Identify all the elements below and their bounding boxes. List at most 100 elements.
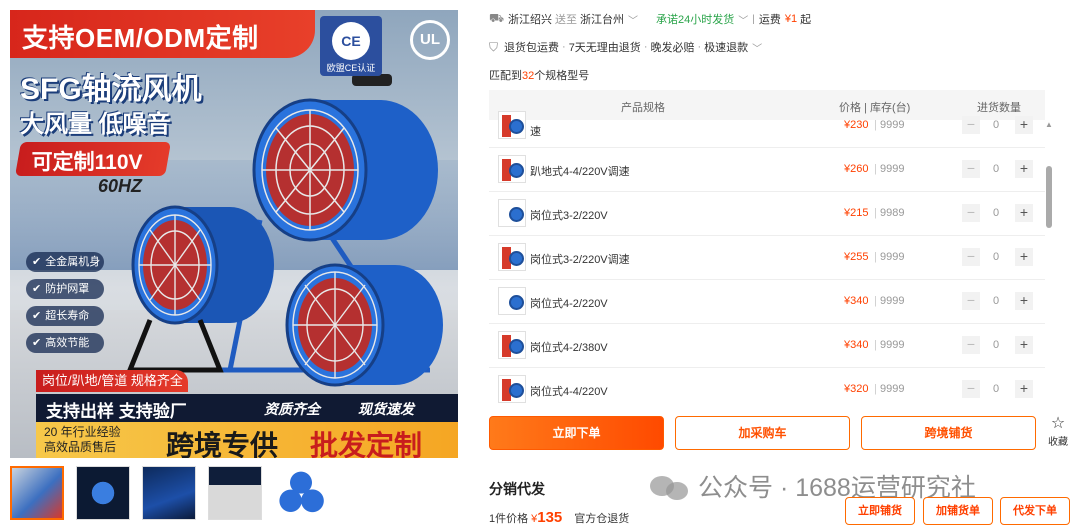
cross-border-listing-button[interactable]: 跨境铺货 (861, 416, 1036, 450)
spec-thumbnail[interactable] (498, 375, 526, 403)
support-banner: 支持出样 支持验厂 资质齐全 现货速发 (36, 394, 458, 422)
chevron-down-icon[interactable]: ﹀ (752, 40, 762, 55)
delivery-promise: 承诺24小时发货 (656, 14, 735, 26)
quantity-input[interactable]: 0 (989, 163, 1003, 175)
chevron-down-icon[interactable]: ﹀ (738, 12, 748, 27)
star-icon: ☆ (1050, 415, 1066, 432)
spec-thumbnail[interactable] (498, 287, 526, 315)
freight-label: 运费 (758, 14, 781, 26)
decrease-button[interactable]: − (962, 160, 980, 178)
scrollbar-thumb[interactable] (1046, 166, 1052, 228)
increase-button[interactable]: + (1015, 116, 1033, 134)
quantity-input[interactable]: 0 (989, 339, 1003, 351)
types-banner: 岗位/趴地/管道 规格齐全 (36, 370, 188, 392)
increase-button[interactable]: + (1015, 248, 1033, 266)
ul-certification-badge: UL (410, 20, 450, 60)
custom-voltage-tag: 可定制110V (15, 142, 171, 176)
table-row: 岗位式3-2/220V ¥215 | 9989 − 0 + (489, 192, 1045, 236)
add-listing-button[interactable]: 加铺货单 (923, 497, 993, 525)
spec-price: ¥260 (844, 163, 869, 175)
thumbnail-2[interactable] (76, 466, 130, 520)
table-row: 岗位式4-4/220V ¥320 | 9999 − 0 + (489, 368, 1045, 406)
feature-item: ✔ 高效节能 (26, 333, 104, 353)
buy-now-button[interactable]: 立即下单 (489, 416, 664, 450)
increase-button[interactable]: + (1015, 336, 1033, 354)
support-text: 支持出样 支持验厂 (46, 402, 187, 421)
wechat-icon (650, 472, 690, 500)
ship-to[interactable]: 浙江台州 (580, 11, 624, 27)
decrease-button[interactable]: − (962, 204, 980, 222)
product-subheadline: 大风量 低噪音 (20, 111, 171, 138)
slogan-banner: 20 年行业经验 高效品质售后 跨境专供 批发定制 (36, 422, 458, 458)
ship-from: 浙江绍兴 (508, 14, 552, 26)
main-product-image[interactable]: 支持OEM/ODM定制 CE 欧盟CE认证 UL SFG轴流风机 大风量 低噪音… (10, 10, 458, 458)
chevron-down-icon[interactable]: ﹀ (628, 12, 638, 27)
experience-text: 20 年行业经验 高效品质售后 (44, 425, 121, 454)
spec-table: 产品规格 价格 | 库存(台) 进货数量 速 ¥230 | 9999 − 0 +… (489, 90, 1057, 406)
scroll-up-icon[interactable]: ▲ (1045, 120, 1053, 130)
table-row: 岗位式4-2/220V ¥340 | 9999 − 0 + (489, 280, 1045, 324)
return-note: 官方仓退货 (574, 513, 630, 525)
decrease-button[interactable]: − (962, 116, 980, 134)
spec-thumbnail[interactable] (498, 331, 526, 359)
favorite-button[interactable]: ☆ 收藏 (1043, 415, 1073, 449)
quantity-input[interactable]: 0 (989, 383, 1003, 395)
spec-name: 速 (530, 126, 541, 138)
list-now-button[interactable]: 立即铺货 (845, 497, 915, 525)
unit-price-label: 1件价格 (489, 513, 529, 525)
quantity-input[interactable]: 0 (989, 295, 1003, 307)
spec-name: 岗位式3-2/220V调速 (530, 254, 630, 266)
ce-mark: CE (332, 22, 370, 60)
increase-button[interactable]: + (1015, 380, 1033, 398)
spec-thumbnail[interactable] (498, 111, 526, 139)
ce-caption: 欧盟CE认证 (326, 63, 376, 73)
dropship-order-button[interactable]: 代发下单 (1000, 497, 1070, 525)
service-item: 晚发必赔 (650, 42, 695, 54)
feature-list: ✔ 全金属机身 ✔ 防护网罩 ✔ 超长寿命 ✔ 高效节能 (26, 252, 104, 360)
spec-thumbnail[interactable] (498, 199, 526, 227)
decrease-button[interactable]: − (962, 248, 980, 266)
spec-price: ¥320 (844, 383, 869, 395)
oem-banner-text: 支持OEM/ODM定制 (22, 23, 259, 53)
decrease-button[interactable]: − (962, 292, 980, 310)
quantity-input[interactable]: 0 (989, 119, 1003, 131)
increase-button[interactable]: + (1015, 160, 1033, 178)
spec-price: ¥215 (844, 207, 869, 219)
spec-price: ¥230 (844, 119, 869, 131)
spec-thumbnail[interactable] (498, 155, 526, 183)
spec-name: 趴地式4-4/220V调速 (530, 166, 630, 178)
shipping-info: ⛟ 浙江绍兴 送至 浙江台州 ﹀ 承诺24小时发货 ﹀ | 运费 ¥1 起 (489, 10, 811, 28)
feature-item: ✔ 全金属机身 (26, 252, 104, 272)
increase-button[interactable]: + (1015, 204, 1033, 222)
table-row: 岗位式3-2/220V调速 ¥255 | 9999 − 0 + (489, 236, 1045, 280)
fast-ship-text: 现货速发 (358, 401, 414, 417)
table-row: 速 ¥230 | 9999 − 0 + (489, 104, 1045, 148)
decrease-button[interactable]: − (962, 336, 980, 354)
custom-voltage-text: 可定制110V (31, 151, 143, 174)
thumbnail-1[interactable] (10, 466, 64, 520)
divider: | (752, 13, 755, 25)
quantity-input[interactable]: 0 (989, 207, 1003, 219)
service-guarantees[interactable]: ⛉ 退货包运费 · 7天无理由退货 · 晚发必赔 · 极速退款 ﹀ (489, 38, 762, 56)
truck-icon: ⛟ (489, 11, 505, 25)
check-icon: ✔ (32, 256, 42, 268)
slogan-right: 批发定制 (310, 430, 423, 458)
spec-thumbnail[interactable] (498, 243, 526, 271)
unit-price-value: 135 (537, 509, 563, 526)
quantity-input[interactable]: 0 (989, 251, 1003, 263)
spec-stock: 9999 (880, 251, 905, 263)
unit-price: 1件价格 ¥135 官方仓退货 (489, 509, 630, 526)
spec-price: ¥340 (844, 339, 869, 351)
increase-button[interactable]: + (1015, 292, 1033, 310)
decrease-button[interactable]: − (962, 380, 980, 398)
spec-table-scrollbar[interactable]: ▲ (1045, 120, 1053, 406)
add-to-cart-button[interactable]: 加采购车 (675, 416, 850, 450)
spec-stock: 9999 (880, 295, 905, 307)
table-row: 岗位式4-2/380V ¥340 | 9999 − 0 + (489, 324, 1045, 368)
thumbnail-4[interactable] (208, 466, 262, 520)
thumbnail-5[interactable] (274, 466, 328, 520)
thumbnail-3[interactable] (142, 466, 196, 520)
spec-stock: 9999 (880, 119, 905, 131)
service-item: 极速退款 (704, 42, 749, 54)
spec-stock: 9989 (880, 207, 905, 219)
